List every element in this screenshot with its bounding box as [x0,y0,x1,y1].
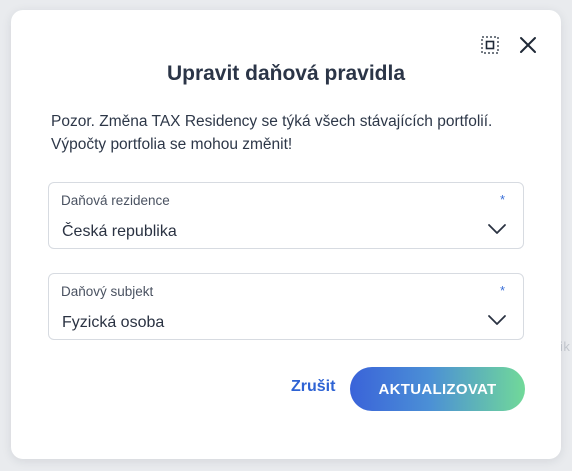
tax-residence-value: Česká republika [62,223,177,240]
fullscreen-button[interactable] [479,34,501,56]
update-button[interactable]: AKTUALIZOVAT [350,367,525,411]
tax-residence-select[interactable]: Daňová rezidence * Česká republika [48,182,524,249]
tax-subject-select[interactable]: Daňový subjekt * Fyzická osoba [48,273,524,340]
tax-subject-label: Daňový subjekt [61,284,154,299]
chevron-down-icon [488,224,506,234]
backdrop-partial-text: ik [560,339,571,354]
fullscreen-icon [481,36,499,54]
chevron-down-icon [488,315,506,325]
required-mark: * [499,283,505,298]
dialog-title: Upravit daňová pravidla [166,62,406,85]
required-mark: * [499,192,505,207]
close-button[interactable] [517,34,539,56]
tax-residence-label: Daňová rezidence [61,193,170,208]
cancel-button[interactable]: Zrušit [291,378,335,396]
tax-subject-value: Fyzická osoba [62,314,165,331]
edit-tax-rules-dialog: Upravit daňová pravidla Pozor. Změna TAX… [11,10,561,459]
dialog-top-actions [479,34,539,56]
close-icon [520,37,536,53]
warning-text: Pozor. Změna TAX Residency se týká všech… [51,113,493,153]
